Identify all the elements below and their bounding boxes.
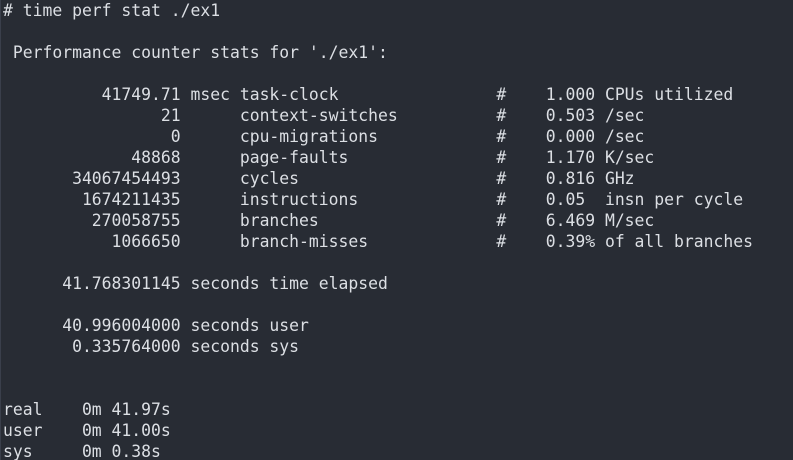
stat-branches: 270058755 branches # 6.469 M/sec [3,211,655,230]
time-real: real 0m 41.97s [3,400,171,419]
stat-page-faults: 48868 page-faults # 1.170 K/sec [3,148,655,167]
command-line: # time perf stat ./ex1 [3,1,221,20]
stat-branch-misses: 1066650 branch-misses # 0.39% of all bra… [3,232,753,251]
perf-header: Performance counter stats for './ex1': [3,43,388,62]
stat-cycles: 34067454493 cycles # 0.816 GHz [3,169,635,188]
seconds-sys: 0.335764000 seconds sys [3,337,300,356]
stat-task-clock: 41749.71 msec task-clock # 1.000 CPUs ut… [3,85,734,104]
stat-context-switches: 21 context-switches # 0.503 /sec [3,106,645,125]
terminal-window[interactable]: # time perf stat ./ex1 Performance count… [0,0,793,460]
time-sys: sys 0m 0.38s [3,442,161,460]
stat-cpu-migrations: 0 cpu-migrations # 0.000 /sec [3,127,645,146]
seconds-user: 40.996004000 seconds user [3,316,309,335]
time-elapsed: 41.768301145 seconds time elapsed [3,274,388,293]
stat-instructions: 1674211435 instructions # 0.05 insn per … [3,190,744,209]
time-user: user 0m 41.00s [3,421,171,440]
